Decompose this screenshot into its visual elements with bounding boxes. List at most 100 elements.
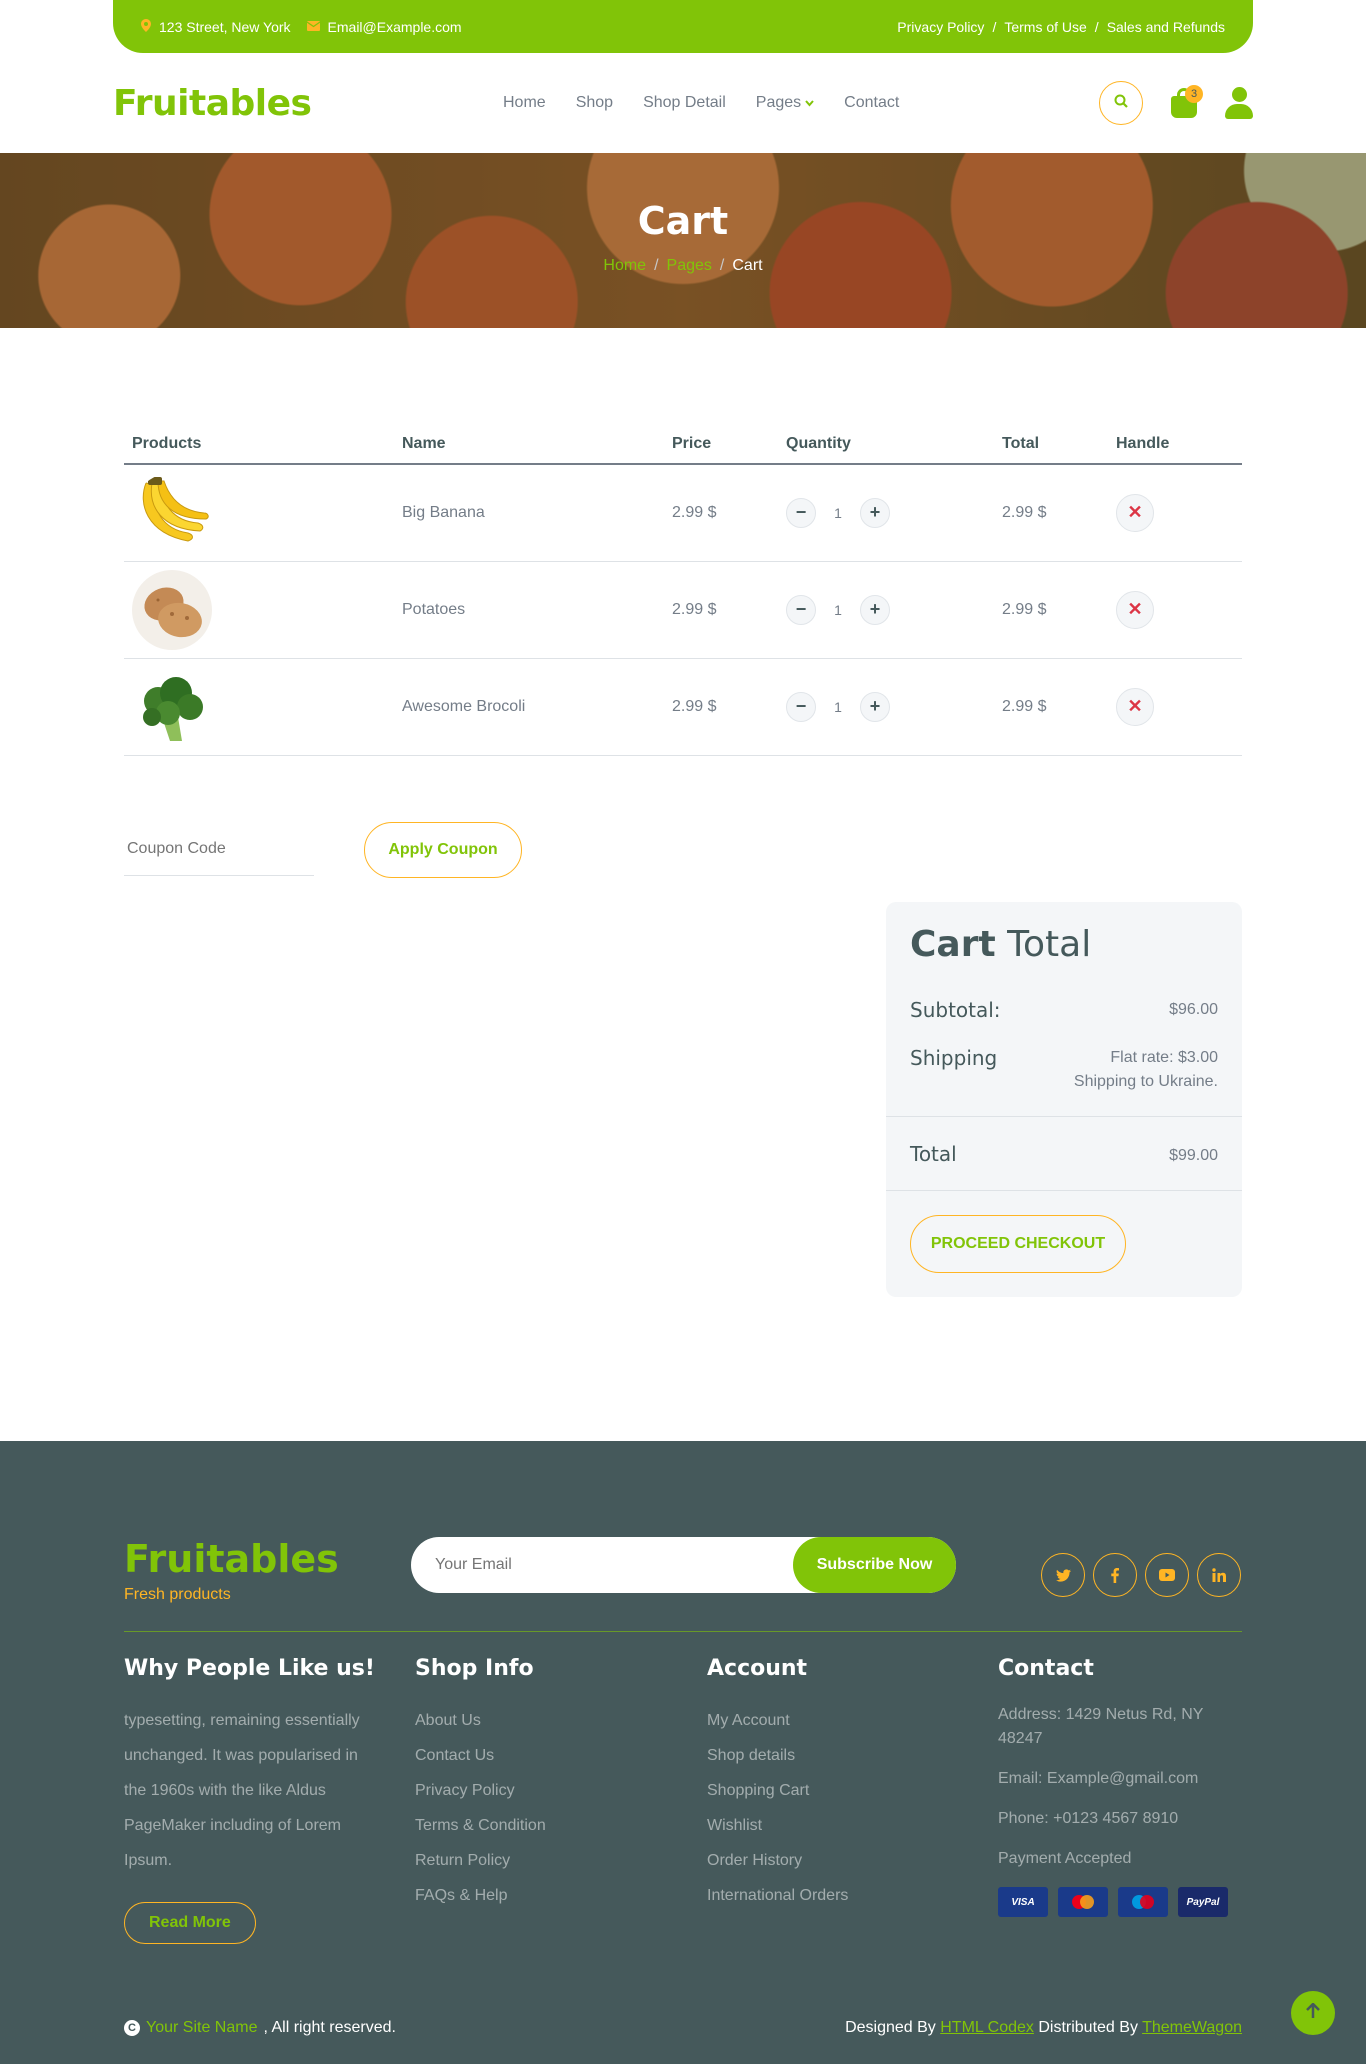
page-header-banner: Cart Home / Pages / Cart	[0, 153, 1366, 328]
social-links	[1041, 1553, 1241, 1597]
footer-link-faqs[interactable]: FAQs & Help	[415, 1878, 546, 1913]
youtube-icon[interactable]	[1145, 1553, 1189, 1597]
product-total: 2.99 $	[994, 464, 1108, 562]
designer-credit: Designed By HTML Codex Distributed By Th…	[845, 2019, 1242, 2036]
subscribe-button[interactable]: Subscribe Now	[793, 1537, 956, 1593]
footer-link-wishlist[interactable]: Wishlist	[707, 1808, 848, 1843]
footer-about-text: typesetting, remaining essentially uncha…	[124, 1712, 360, 1869]
arrow-up-icon	[1306, 2001, 1320, 2024]
remove-item-button[interactable]: ✕	[1116, 687, 1154, 726]
plus-icon[interactable]: +	[860, 497, 890, 528]
col-name: Name	[394, 424, 664, 465]
back-to-top-button[interactable]	[1291, 1991, 1335, 2035]
footer-link-contact-us[interactable]: Contact Us	[415, 1738, 546, 1773]
quantity-input[interactable]: 1	[830, 602, 846, 618]
shopping-bag-icon[interactable]: 3	[1169, 85, 1203, 118]
coupon-code-input[interactable]	[124, 822, 314, 876]
footer-link-privacy-policy[interactable]: Privacy Policy	[415, 1773, 546, 1808]
site-name-link[interactable]: Your Site Name	[146, 2019, 257, 2037]
product-total: 2.99 $	[994, 658, 1108, 756]
topbar-address: 123 Street, New York	[141, 18, 291, 35]
footer-about-title: Why People Like us!	[124, 1656, 375, 1681]
potatoes-image	[132, 569, 212, 650]
footer-link-return-policy[interactable]: Return Policy	[415, 1843, 546, 1878]
read-more-button[interactable]: Read More	[124, 1902, 256, 1944]
nav-home[interactable]: Home	[503, 94, 546, 112]
topbar-email[interactable]: Email@Example.com	[306, 19, 462, 35]
breadcrumb: Home / Pages / Cart	[603, 257, 763, 274]
footer-shop-info-column: Shop Info About Us Contact Us Privacy Po…	[415, 1656, 546, 1913]
footer-contact-title: Contact	[998, 1656, 1094, 1681]
minus-icon[interactable]: −	[786, 497, 816, 528]
footer-link-international-orders[interactable]: International Orders	[707, 1878, 848, 1913]
paypal-card-icon: PayPal	[1178, 1887, 1228, 1917]
newsletter-email-input[interactable]	[411, 1537, 791, 1593]
html-codex-link[interactable]: HTML Codex	[940, 2019, 1034, 2036]
minus-icon[interactable]: −	[786, 594, 816, 625]
facebook-icon[interactable]	[1093, 1553, 1137, 1597]
page-title: Cart	[637, 199, 729, 243]
footer-link-my-account[interactable]: My Account	[707, 1703, 848, 1738]
times-icon: ✕	[1127, 502, 1143, 523]
table-row: Big Banana 2.99 $ − 1 + 2.99 $ ✕	[124, 464, 1242, 562]
breadcrumb-pages[interactable]: Pages	[667, 257, 712, 274]
footer-shop-info-title: Shop Info	[415, 1656, 534, 1681]
search-button[interactable]	[1099, 81, 1143, 125]
plus-icon[interactable]: +	[860, 691, 890, 722]
brand-logo[interactable]: Fruitables	[113, 83, 312, 124]
navbar: Fruitables Home Shop Shop Detail Pages C…	[113, 53, 1253, 153]
copyright: C Your Site Name, All right reserved.	[124, 2019, 396, 2037]
nav-shop[interactable]: Shop	[576, 94, 613, 112]
times-icon: ✕	[1127, 599, 1143, 619]
quantity-stepper: − 1 +	[786, 594, 986, 625]
twitter-icon[interactable]	[1041, 1553, 1085, 1597]
quantity-stepper: − 1 +	[786, 497, 986, 528]
nav-pages[interactable]: Pages	[756, 94, 814, 112]
copyright-icon: C	[124, 2020, 140, 2036]
user-icon[interactable]	[1225, 87, 1253, 119]
footer-link-terms[interactable]: Terms & Condition	[415, 1808, 546, 1843]
cart-total-panel: Cart Total Subtotal: $96.00 Shipping Fla…	[886, 902, 1242, 1297]
quantity-input[interactable]: 1	[830, 699, 846, 715]
footer-link-shopping-cart[interactable]: Shopping Cart	[707, 1773, 848, 1808]
envelope-icon	[306, 20, 320, 34]
col-total: Total	[994, 424, 1108, 465]
col-price: Price	[664, 424, 778, 465]
quantity-stepper: − 1 +	[786, 691, 986, 722]
remove-item-button[interactable]: ✕	[1116, 493, 1154, 532]
quantity-input[interactable]: 1	[830, 505, 846, 521]
topbar-contact: 123 Street, New York Email@Example.com	[141, 18, 462, 35]
breadcrumb-home[interactable]: Home	[603, 257, 646, 274]
linkedin-icon[interactable]	[1197, 1553, 1241, 1597]
nav-actions: 3	[1099, 81, 1253, 125]
total-value: $99.00	[1169, 1147, 1218, 1164]
table-row: Awesome Brocoli 2.99 $ − 1 + 2.99 $ ✕	[124, 658, 1242, 756]
footer-link-about-us[interactable]: About Us	[415, 1703, 546, 1738]
footer-link-shop-details[interactable]: Shop details	[707, 1738, 848, 1773]
apply-coupon-button[interactable]: Apply Coupon	[364, 822, 522, 878]
footer-tagline: Fresh products	[124, 1586, 231, 1603]
total-label: Total	[910, 1142, 957, 1166]
table-row: Potatoes 2.99 $ − 1 + 2.99 $ ✕	[124, 561, 1242, 659]
table-header-row: Products Name Price Quantity Total Handl…	[124, 424, 1242, 465]
remove-item-button[interactable]: ✕	[1116, 590, 1154, 629]
broccoli-image	[132, 667, 212, 747]
nav-contact[interactable]: Contact	[844, 94, 899, 112]
nav-shop-detail[interactable]: Shop Detail	[643, 94, 726, 112]
product-price: 2.99 $	[664, 561, 778, 659]
plus-icon[interactable]: +	[860, 594, 890, 625]
proceed-checkout-button[interactable]: PROCEED CHECKOUT	[910, 1215, 1126, 1273]
footer-brand[interactable]: Fruitables	[124, 1537, 339, 1581]
topbar: 123 Street, New York Email@Example.com P…	[113, 0, 1253, 53]
col-products: Products	[124, 424, 394, 465]
themewagon-link[interactable]: ThemeWagon	[1142, 2019, 1242, 2036]
subtotal-value: $96.00	[1169, 1001, 1218, 1018]
minus-icon[interactable]: −	[786, 691, 816, 722]
shipping-label: Shipping	[910, 1046, 998, 1070]
product-price: 2.99 $	[664, 464, 778, 562]
terms-of-use-link[interactable]: Terms of Use	[1004, 19, 1086, 35]
sales-refunds-link[interactable]: Sales and Refunds	[1107, 19, 1225, 35]
footer-link-order-history[interactable]: Order History	[707, 1843, 848, 1878]
footer-email: Email: Example@gmail.com	[998, 1770, 1199, 1787]
privacy-policy-link[interactable]: Privacy Policy	[897, 19, 984, 35]
